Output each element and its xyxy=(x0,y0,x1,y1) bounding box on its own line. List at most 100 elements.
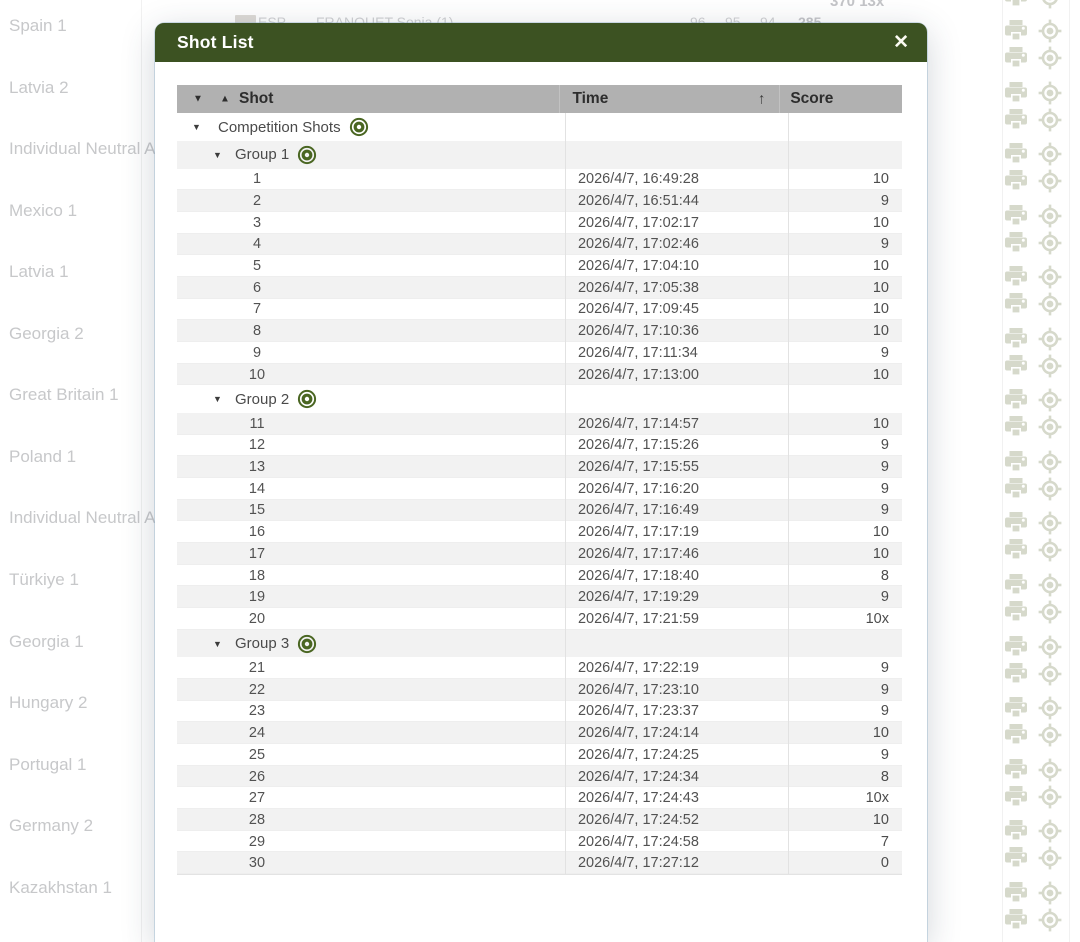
crosshair-target-icon xyxy=(1038,785,1062,809)
team-label: Portugal 1 xyxy=(9,754,87,774)
shot-row[interactable]: 23 2026/4/7, 17:23:37 9 xyxy=(177,700,902,723)
shot-time-cell: 2026/4/7, 17:02:17 xyxy=(564,211,788,234)
shot-row[interactable]: 2 2026/4/7, 16:51:44 9 xyxy=(177,190,902,212)
shot-row[interactable]: 24 2026/4/7, 17:24:14 10 xyxy=(177,722,902,744)
crosshair-target-icon xyxy=(1038,265,1062,289)
shot-row[interactable]: 29 2026/4/7, 17:24:58 7 xyxy=(177,830,902,853)
shot-score-cell: 10 xyxy=(787,543,902,565)
shot-time-cell: 2026/4/7, 17:13:00 xyxy=(564,363,788,386)
shot-score-cell: 10 xyxy=(787,363,902,386)
expand-all-icon[interactable]: ▲ xyxy=(220,94,230,105)
shot-row[interactable]: 18 2026/4/7, 17:18:40 8 xyxy=(177,564,902,587)
shot-row[interactable]: 10 2026/4/7, 17:13:00 10 xyxy=(177,363,902,386)
shot-row[interactable]: 12 2026/4/7, 17:15:26 9 xyxy=(177,434,902,457)
time-column-header[interactable]: Time ↑ xyxy=(559,85,779,113)
shot-score-cell: 8 xyxy=(787,765,902,788)
shot-number: 19 xyxy=(248,589,266,606)
shot-number: 17 xyxy=(248,545,266,562)
shot-row[interactable]: 6 2026/4/7, 17:05:38 10 xyxy=(177,276,902,299)
shot-row[interactable]: 26 2026/4/7, 17:24:34 8 xyxy=(177,765,902,788)
shot-number: 22 xyxy=(248,681,266,698)
shot-row[interactable]: 28 2026/4/7, 17:24:52 10 xyxy=(177,809,902,831)
collapse-all-icon[interactable]: ▼ xyxy=(193,94,203,105)
shot-time-cell: 2026/4/7, 17:24:43 xyxy=(564,787,788,810)
crosshair-target-icon xyxy=(1038,696,1062,720)
crosshair-target-icon xyxy=(1038,819,1062,843)
shot-number: 9 xyxy=(252,344,262,361)
crosshair-target-icon xyxy=(1038,573,1062,597)
shot-row[interactable]: 14 2026/4/7, 17:16:20 9 xyxy=(177,477,902,500)
shot-column-header[interactable]: ▼ ▲ Shot xyxy=(177,85,559,113)
shot-row[interactable]: 4 2026/4/7, 17:02:46 9 xyxy=(177,233,902,256)
team-label: Poland 1 xyxy=(9,446,77,466)
root-group-row[interactable]: ▼ Competition Shots xyxy=(177,113,902,141)
group-row[interactable]: ▼ Group 2 xyxy=(177,385,902,413)
shot-row[interactable]: 9 2026/4/7, 17:11:34 9 xyxy=(177,342,902,364)
close-icon[interactable]: ✕ xyxy=(893,33,909,52)
bullseye-icon[interactable] xyxy=(297,634,317,654)
sort-ascending-icon[interactable]: ↑ xyxy=(758,91,766,108)
printer-icon xyxy=(1004,450,1028,474)
shot-row[interactable]: 7 2026/4/7, 17:09:45 10 xyxy=(177,298,902,321)
shot-time-cell: 2026/4/7, 17:24:14 xyxy=(564,722,788,744)
crosshair-target-icon xyxy=(1038,450,1062,474)
shot-row[interactable]: 3 2026/4/7, 17:02:17 10 xyxy=(177,211,902,234)
group-collapse-icon[interactable]: ▼ xyxy=(213,150,222,160)
bullseye-icon[interactable] xyxy=(297,145,317,165)
printer-icon xyxy=(1004,0,1028,9)
printer-icon xyxy=(1004,511,1028,535)
shot-time-cell: 2026/4/7, 17:05:38 xyxy=(564,276,788,299)
group-label-text: Group 2 xyxy=(235,390,290,408)
printer-icon xyxy=(1004,204,1028,228)
shot-row[interactable]: 30 2026/4/7, 17:27:12 0 xyxy=(177,852,902,875)
shot-score-cell xyxy=(787,385,902,413)
group-row[interactable]: ▼ Group 1 xyxy=(177,141,902,169)
shot-row[interactable]: 8 2026/4/7, 17:10:36 10 xyxy=(177,320,902,342)
shot-row[interactable]: 11 2026/4/7, 17:14:57 10 xyxy=(177,412,902,435)
score-column-header[interactable]: Score xyxy=(779,85,902,113)
group-label: Competition Shots xyxy=(218,117,369,137)
shot-row[interactable]: 20 2026/4/7, 17:21:59 10x xyxy=(177,608,902,630)
printer-icon xyxy=(1004,169,1028,193)
group-row[interactable]: ▼ Group 3 xyxy=(177,629,902,658)
shot-row[interactable]: 13 2026/4/7, 17:15:55 9 xyxy=(177,456,902,478)
shot-number: 24 xyxy=(248,725,266,742)
shot-number: 26 xyxy=(248,768,266,785)
bg-right-edge-divider xyxy=(1069,0,1070,942)
shot-time-cell: 2026/4/7, 17:18:40 xyxy=(564,564,788,587)
bullseye-icon[interactable] xyxy=(297,389,317,409)
bullseye-icon[interactable] xyxy=(349,117,369,137)
shot-row[interactable]: 16 2026/4/7, 17:17:19 10 xyxy=(177,521,902,543)
shot-number: 11 xyxy=(249,415,265,432)
crosshair-target-icon xyxy=(1038,292,1062,316)
crosshair-target-icon xyxy=(1038,204,1062,228)
shot-row[interactable]: 5 2026/4/7, 17:04:10 10 xyxy=(177,255,902,277)
group-collapse-icon[interactable]: ▼ xyxy=(213,639,222,649)
shot-time-cell: 2026/4/7, 17:21:59 xyxy=(564,608,788,630)
shot-score-cell: 9 xyxy=(787,342,902,364)
shot-time-cell: 2026/4/7, 17:16:49 xyxy=(564,499,788,522)
group-label-text: Competition Shots xyxy=(218,118,341,136)
printer-icon xyxy=(1004,477,1028,501)
shot-row[interactable]: 15 2026/4/7, 17:16:49 9 xyxy=(177,499,902,522)
crosshair-target-icon xyxy=(1038,388,1062,412)
group-collapse-icon[interactable]: ▼ xyxy=(213,394,222,404)
shot-row[interactable]: 19 2026/4/7, 17:19:29 9 xyxy=(177,586,902,609)
crosshair-target-icon xyxy=(1038,415,1062,439)
shot-time-cell: 2026/4/7, 17:17:46 xyxy=(564,543,788,565)
printer-icon xyxy=(1004,108,1028,132)
shot-number: 4 xyxy=(252,236,262,253)
team-label: Latvia 2 xyxy=(9,77,69,97)
shot-score-cell: 9 xyxy=(787,477,902,500)
shot-list-dialog: Shot List ✕ ▼ ▲ Shot Time ↑ Score ▼ Compe… xyxy=(155,23,927,942)
shot-time-cell: 2026/4/7, 17:15:55 xyxy=(564,456,788,478)
shot-row[interactable]: 17 2026/4/7, 17:17:46 10 xyxy=(177,543,902,565)
crosshair-target-icon xyxy=(1038,538,1062,562)
shot-row[interactable]: 21 2026/4/7, 17:22:19 9 xyxy=(177,657,902,679)
shot-row[interactable]: 27 2026/4/7, 17:24:43 10x xyxy=(177,787,902,810)
shot-row[interactable]: 25 2026/4/7, 17:24:25 9 xyxy=(177,744,902,766)
shot-row[interactable]: 1 2026/4/7, 16:49:28 10 xyxy=(177,168,902,191)
shot-row[interactable]: 22 2026/4/7, 17:23:10 9 xyxy=(177,678,902,701)
shot-number: 10 xyxy=(248,366,266,383)
group-collapse-icon[interactable]: ▼ xyxy=(192,122,201,132)
